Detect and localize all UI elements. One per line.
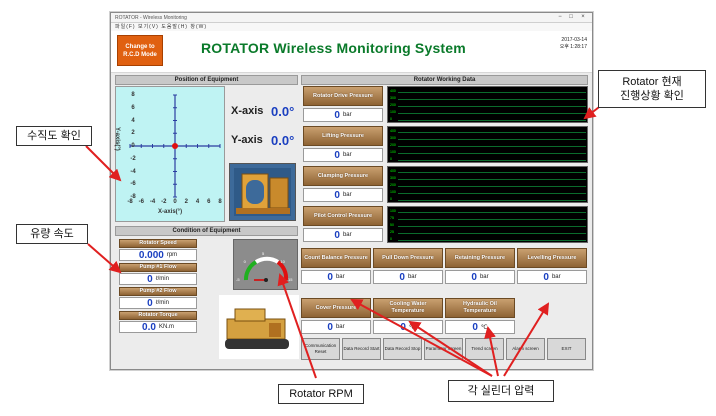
annotation-cylinder: 각 실린더 압력 bbox=[448, 380, 554, 402]
annotation-flow: 유량 속도 bbox=[16, 224, 88, 244]
annotation-verticality: 수직도 확인 bbox=[16, 126, 92, 146]
annotation-arrows bbox=[85, 103, 604, 379]
annotation-progress: Rotator 현재 진행상황 확인 bbox=[598, 70, 706, 108]
annotation-rpm: Rotator RPM bbox=[278, 384, 364, 404]
